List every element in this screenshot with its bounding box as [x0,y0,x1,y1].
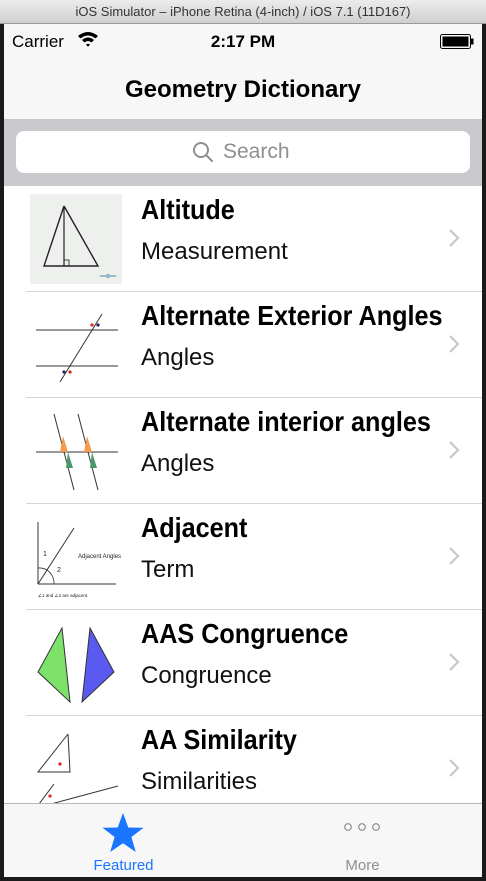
chevron-right-icon [449,229,460,247]
interior-angles-image [30,406,122,496]
similar-triangles-image [30,724,122,803]
status-time: 2:17 PM [210,32,276,51]
adjacent-angles-image: 1 2 Adjacent Angles ∠1 and ∠2 are adjace… [30,512,122,602]
search-placeholder: Search [223,140,290,163]
altitude-triangle-image [30,194,122,284]
chevron-right-icon [449,759,460,777]
chevron-right-icon [449,547,460,565]
row-subtitle: Similarities [141,768,258,795]
angle-label-1: 1 [43,551,47,558]
iphone-screen: Carrier 2:17 PM Geometry Dictionary Sear… [4,24,482,877]
row-title: Altitude [141,194,235,225]
angle-label-2: 2 [57,567,61,574]
thumb-heading: Adjacent Angles [78,554,121,560]
list-item[interactable]: AA Similarity Similarities [4,716,482,803]
congruent-triangles-image [30,618,122,708]
chevron-right-icon [449,653,460,671]
tab-featured[interactable]: Featured [4,804,243,877]
row-subtitle: Measurement [141,238,288,265]
list-item[interactable]: 1 2 Adjacent Angles ∠1 and ∠2 are adjace… [4,504,482,610]
search-icon [193,142,213,162]
window-title: iOS Simulator – iPhone Retina (4-inch) /… [75,4,411,19]
status-bar: Carrier 2:17 PM [4,24,482,60]
list-item[interactable]: AAS Congruence Congruence [4,610,482,716]
row-subtitle: Congruence [141,662,272,689]
row-title: Adjacent [141,512,248,543]
row-subtitle: Angles [141,450,215,477]
chevron-right-icon [449,441,460,459]
tab-label: More [345,857,380,874]
simulator-title-bar: iOS Simulator – iPhone Retina (4-inch) /… [0,0,486,24]
search-bar: Search [4,120,482,186]
search-input[interactable]: Search [16,131,470,173]
row-title: AA Similarity [141,724,297,755]
list-item[interactable]: Alternate interior angles Angles [4,398,482,504]
row-title: Alternate Exterior Angles [141,300,443,331]
chevron-right-icon [449,335,460,353]
dictionary-list: Altitude Measurement Alternate Exterior … [4,186,482,803]
row-title: Alternate interior angles [141,406,431,437]
list-item[interactable]: Altitude Measurement [4,186,482,292]
row-subtitle: Term [141,556,195,583]
battery-icon [440,34,474,49]
navigation-bar: Geometry Dictionary [4,60,482,120]
tab-more[interactable]: More [243,804,482,877]
row-title: AAS Congruence [141,618,349,649]
row-subtitle: Angles [141,344,215,371]
list-item[interactable]: Alternate Exterior Angles Angles [4,292,482,398]
star-icon [102,813,144,852]
page-title: Geometry Dictionary [124,76,362,103]
thumb-caption: ∠1 and ∠2 are adjacent. [38,593,88,598]
tab-label: Featured [93,857,154,874]
parallel-lines-transversal-image [30,300,122,390]
more-icon [344,823,380,831]
tab-bar: Featured More [4,803,482,877]
